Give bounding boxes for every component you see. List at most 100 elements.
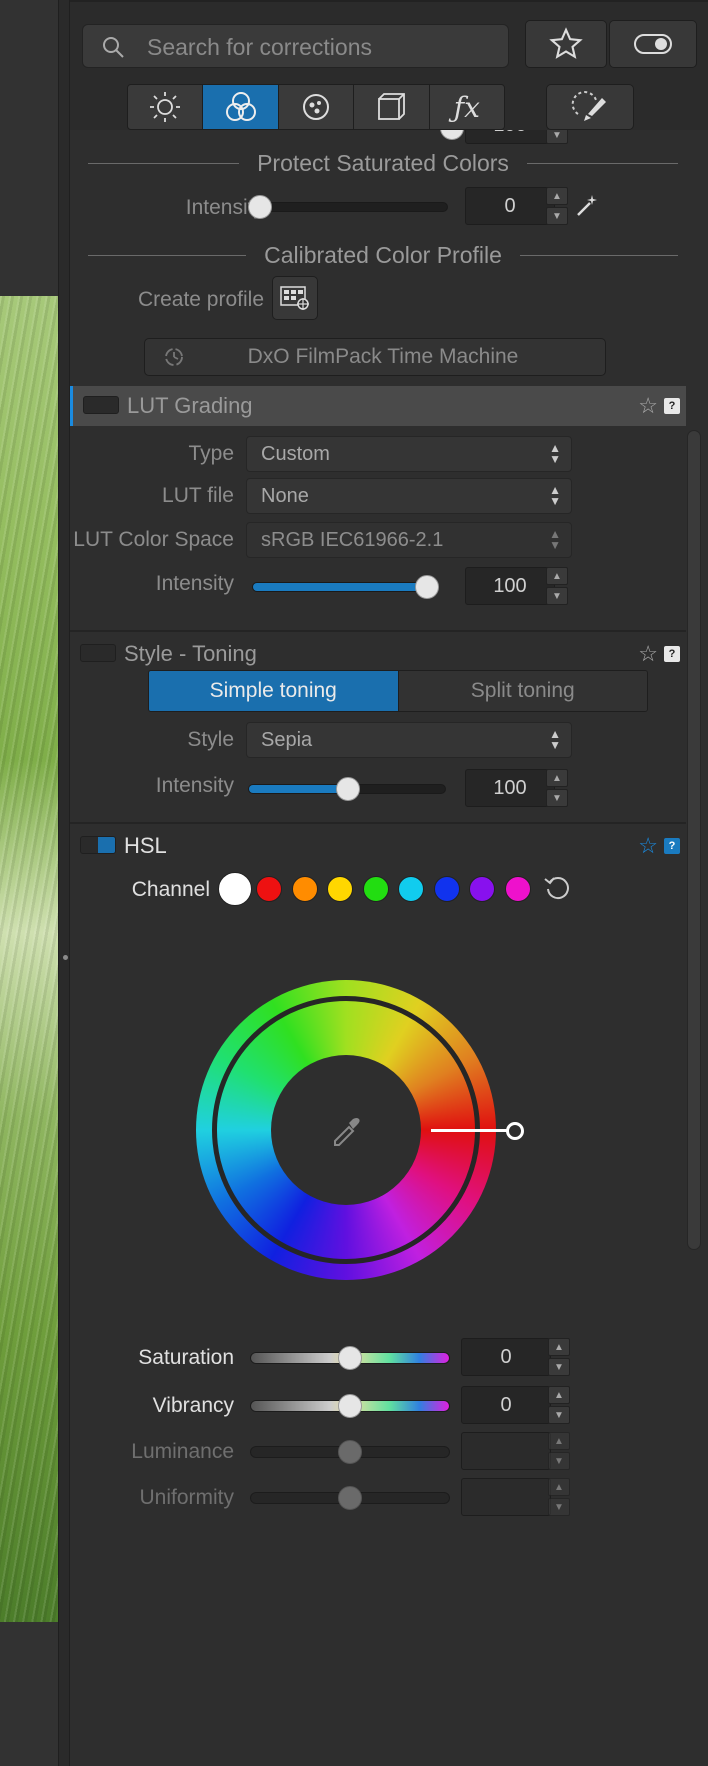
intensity-slider-knob[interactable] <box>440 130 464 140</box>
vibrancy-label: Vibrancy <box>152 1394 234 1417</box>
luminance-label: Luminance <box>131 1440 234 1463</box>
uniformity-knob[interactable] <box>338 1486 362 1510</box>
hsl-toggle[interactable] <box>80 836 116 854</box>
favorites-button[interactable] <box>525 20 607 68</box>
channel-swatch[interactable] <box>218 872 252 906</box>
protect-intensity-slider[interactable] <box>252 202 448 212</box>
lut-intensity-slider[interactable] <box>252 582 430 592</box>
toning-intensity-label: Intensity <box>155 774 234 797</box>
channel-swatch[interactable] <box>433 876 460 902</box>
compare-toggle-button[interactable] <box>609 20 697 68</box>
lut-type-label: Type <box>188 442 234 465</box>
palette-tabs: ƒx <box>127 84 505 130</box>
panel-scrollbar[interactable] <box>687 430 701 1250</box>
create-profile-button[interactable] <box>272 276 318 320</box>
protect-saturated-title: Protect Saturated Colors <box>257 149 509 176</box>
lut-intensity-value[interactable]: 100 <box>465 567 555 605</box>
protect-intensity-knob[interactable] <box>248 195 272 219</box>
hue-color-wheel[interactable] <box>196 980 524 1280</box>
channel-swatch[interactable] <box>256 876 282 902</box>
panel-toolbar: ƒx <box>70 0 708 130</box>
select-arrows-icon: ▲ ▼ <box>549 527 561 552</box>
luminance-value[interactable] <box>461 1432 551 1470</box>
magic-wand-icon[interactable] <box>574 193 600 219</box>
help-icon[interactable]: ? <box>664 838 680 854</box>
tab-detail[interactable] <box>278 85 355 129</box>
intensity-stepper-partial[interactable]: ▲▼ <box>546 130 568 144</box>
hue-handle[interactable] <box>506 1122 524 1140</box>
toggle-icon <box>634 34 672 54</box>
lut-grading-header[interactable]: LUT Grading ☆ ? <box>70 386 686 426</box>
lut-file-value: None <box>261 484 309 507</box>
uniformity-stepper[interactable]: ▲ ▼ <box>548 1478 570 1516</box>
protect-saturated-colors-heading: Protect Saturated Colors <box>88 148 678 178</box>
filmpack-time-machine-button[interactable]: DxO FilmPack Time Machine <box>144 338 606 376</box>
search-box[interactable] <box>82 24 509 68</box>
lut-type-select[interactable]: Custom ▲ ▼ <box>246 436 572 472</box>
channel-swatch[interactable] <box>327 876 353 902</box>
help-icon[interactable]: ? <box>664 398 680 414</box>
tab-color[interactable] <box>203 85 279 129</box>
fx-icon: ƒx <box>453 90 480 124</box>
lut-intensity-label: Intensity <box>155 572 234 595</box>
lut-file-select[interactable]: None ▲ ▼ <box>246 478 572 514</box>
tab-effects[interactable]: ƒx <box>429 85 504 129</box>
toning-mode-switch: Simple toning Split toning <box>148 670 648 712</box>
luminance-stepper[interactable]: ▲ ▼ <box>548 1432 570 1470</box>
toning-style-select[interactable]: Sepia ▲ ▼ <box>246 722 572 758</box>
intensity-value-partial[interactable]: 100 <box>465 130 555 144</box>
saturation-value[interactable]: 0 <box>461 1338 551 1376</box>
eyedropper-icon[interactable] <box>329 1113 363 1147</box>
toning-intensity-stepper[interactable]: ▲ ▼ <box>546 769 568 807</box>
reset-icon[interactable] <box>542 872 572 902</box>
protect-intensity-stepper[interactable]: ▲ ▼ <box>546 187 568 225</box>
hsl-header[interactable]: HSL ☆ ? <box>70 826 686 866</box>
uniformity-value[interactable] <box>461 1478 551 1516</box>
channel-swatch[interactable] <box>362 876 389 902</box>
image-viewer <box>0 0 58 1766</box>
hue-range-line <box>431 1129 511 1132</box>
luminance-knob[interactable] <box>338 1440 362 1464</box>
photo-preview <box>0 296 58 1622</box>
protect-intensity-value[interactable]: 0 <box>465 187 555 225</box>
channel-swatch[interactable] <box>504 876 531 902</box>
star-icon[interactable]: ☆ <box>638 641 658 667</box>
help-icon[interactable]: ? <box>664 646 680 662</box>
vibrancy-stepper[interactable]: ▲ ▼ <box>548 1386 570 1424</box>
color-circles-icon <box>225 92 256 121</box>
vibrancy-value[interactable]: 0 <box>461 1386 551 1424</box>
channel-swatch[interactable] <box>398 876 424 902</box>
star-icon[interactable]: ☆ <box>638 393 658 419</box>
split-toning-button[interactable]: Split toning <box>397 671 647 711</box>
protect-intensity-label: Intensity <box>185 196 264 219</box>
channel-swatch[interactable] <box>469 876 495 902</box>
style-toning-header[interactable]: Style - Toning ☆ ? <box>70 634 686 674</box>
select-arrows-icon: ▲ ▼ <box>549 483 561 508</box>
lut-grading-toggle[interactable] <box>83 396 119 414</box>
channel-swatch[interactable] <box>291 876 318 902</box>
lut-color-space-select[interactable]: sRGB IEC61966-2.1 ▲ ▼ <box>246 522 572 558</box>
toning-intensity-value[interactable]: 100 <box>465 769 555 807</box>
tab-geometry[interactable] <box>354 85 430 129</box>
star-icon <box>549 27 583 59</box>
star-icon[interactable]: ☆ <box>638 833 658 859</box>
search-input[interactable] <box>147 33 497 61</box>
saturation-stepper[interactable]: ▲ ▼ <box>548 1338 570 1376</box>
style-toning-toggle[interactable] <box>80 644 116 662</box>
time-machine-icon <box>165 348 183 366</box>
brush-icon <box>571 91 606 121</box>
section-divider <box>70 630 686 632</box>
lut-intensity-knob[interactable] <box>415 575 439 599</box>
color-checker-icon <box>280 286 309 310</box>
lut-intensity-stepper[interactable]: ▲ ▼ <box>546 567 568 605</box>
saturation-knob[interactable] <box>338 1346 362 1370</box>
simple-toning-button[interactable]: Simple toning <box>149 671 398 711</box>
tab-light[interactable] <box>128 85 204 129</box>
lut-color-space-value: sRGB IEC61966-2.1 <box>261 528 444 551</box>
lut-color-space-label: LUT Color Space <box>73 528 234 551</box>
toning-intensity-knob[interactable] <box>336 777 360 801</box>
splitter-handle[interactable] <box>63 955 68 960</box>
panel-splitter[interactable] <box>58 0 70 1766</box>
local-adjustments-button[interactable] <box>546 84 634 130</box>
vibrancy-knob[interactable] <box>338 1394 362 1418</box>
